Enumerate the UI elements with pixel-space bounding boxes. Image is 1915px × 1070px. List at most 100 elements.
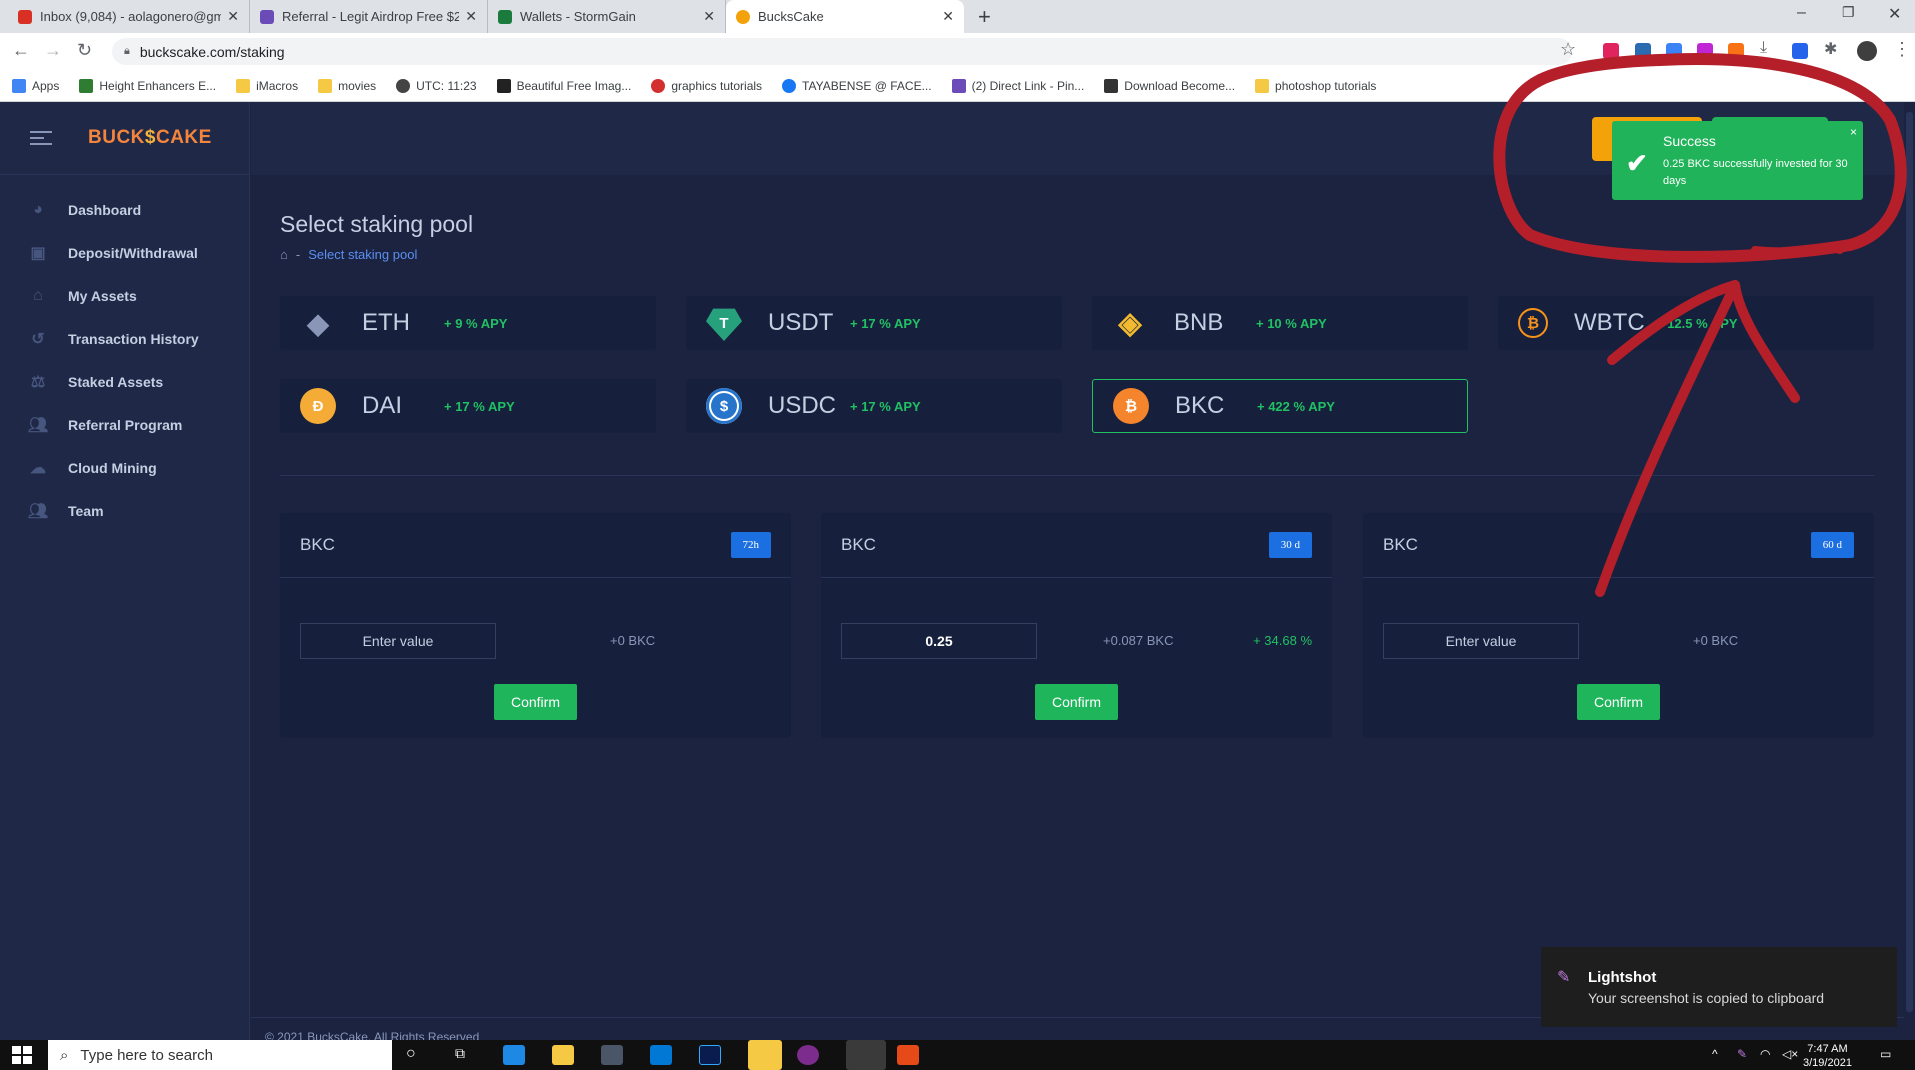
sidebar-item-staked-assets[interactable]: ⚖ Staked Assets (0, 360, 249, 403)
lightshot-notification[interactable]: ✎ Lightshot Your screenshot is copied to… (1541, 947, 1897, 1027)
extension-icon[interactable] (1697, 43, 1713, 59)
card-coin-name: BKC (841, 535, 876, 554)
sidebar-item-deposit-withdrawal[interactable]: ▣ Deposit/Withdrawal (0, 231, 249, 274)
app-icon[interactable] (797, 1045, 819, 1065)
close-window-icon[interactable]: ✕ (1888, 4, 1901, 24)
confirm-button[interactable]: Confirm (1035, 684, 1118, 720)
wifi-icon[interactable]: ◠ (1760, 1047, 1770, 1061)
photoshop-icon[interactable] (699, 1045, 721, 1065)
tab-close-icon[interactable]: ✕ (227, 8, 239, 25)
home-icon[interactable]: ⌂ (280, 247, 288, 262)
tab-close-icon[interactable]: ✕ (942, 8, 954, 25)
chrome-icon[interactable] (846, 1040, 886, 1070)
cortana-icon[interactable]: ○ (406, 1045, 416, 1063)
toast-message: 0.25 BKC successfully invested for 30 da… (1663, 158, 1848, 187)
staking-card-60d: BKC 60 d +0 BKC Confirm (1363, 513, 1874, 738)
browser-tab-stormgain[interactable]: Wallets - StormGain ✕ (488, 0, 726, 33)
store-icon[interactable] (601, 1045, 623, 1065)
pool-usdt[interactable]: T USDT + 17 % APY (686, 296, 1062, 350)
browser-tab-buckscake[interactable]: BucksCake ✕ (726, 0, 964, 33)
new-tab-icon[interactable]: + (978, 4, 991, 30)
bookmark-item[interactable]: Height Enhancers E... (79, 78, 216, 93)
breadcrumb-current[interactable]: Select staking pool (308, 247, 417, 262)
extension-icon[interactable] (1635, 43, 1651, 59)
mail-icon[interactable] (650, 1045, 672, 1065)
scrollbar-thumb[interactable] (1906, 112, 1913, 1012)
reload-icon[interactable]: ↻ (77, 40, 92, 61)
download-icon[interactable]: ⤓ (1760, 39, 1767, 57)
bookmark-item[interactable]: TAYABENSE @ FACE... (782, 78, 932, 93)
bookmark-item[interactable]: Beautiful Free Imag... (496, 78, 631, 93)
sidebar-item-dashboard[interactable]: ◕ Dashboard (0, 188, 249, 231)
taskbar-search[interactable]: ⌕ Type here to search (48, 1040, 392, 1070)
sidebar-item-team[interactable]: 👥︎ Team (0, 489, 249, 532)
folder-icon (236, 78, 251, 93)
windows-start-icon[interactable] (12, 1046, 32, 1064)
lightshot-tray-icon[interactable]: ✎ (1737, 1047, 1747, 1061)
hamburger-menu-icon[interactable] (30, 127, 52, 149)
pool-bkc[interactable]: ₿ BKC + 422 % APY (1092, 379, 1468, 433)
confirm-button[interactable]: Confirm (1577, 684, 1660, 720)
pool-wbtc[interactable]: ₿ WBTC + 12.5 % APY (1498, 296, 1874, 350)
avatar[interactable] (1857, 41, 1877, 61)
browser-tab-referral[interactable]: Referral - Legit Airdrop Free $20 ✕ (250, 0, 488, 33)
maximize-icon[interactable]: ❐ (1842, 4, 1855, 21)
bookmark-item[interactable]: Apps (12, 78, 59, 93)
speaker-muted-icon[interactable]: ◁× (1782, 1047, 1798, 1061)
bookmark-item[interactable]: movies (318, 78, 377, 93)
bookmark-item[interactable]: iMacros (236, 78, 299, 93)
dai-icon: Ð (300, 388, 336, 424)
url-text: buckscake.com/staking (139, 43, 285, 60)
metamask-icon[interactable] (1728, 43, 1744, 59)
back-icon[interactable]: ← (12, 40, 30, 61)
pool-apy: + 10 % APY (1256, 315, 1327, 331)
pool-bnb[interactable]: ◈ BNB + 10 % APY (1092, 296, 1468, 350)
bookmark-item[interactable]: UTC: 11:23 (396, 78, 477, 93)
system-clock[interactable]: 7:47 AM 3/19/2021 (1803, 1042, 1852, 1070)
page-scrollbar[interactable] (1904, 102, 1915, 1040)
confirm-button[interactable]: Confirm (494, 684, 577, 720)
sidebar-item-my-assets[interactable]: ⌂ My Assets (0, 274, 249, 317)
url-bar[interactable]: 🔒︎ buckscake.com/staking (112, 38, 1572, 65)
puzzle-icon[interactable]: ✱ (1824, 39, 1837, 59)
extension-icon[interactable] (1603, 43, 1619, 59)
extension-icon[interactable] (1792, 43, 1808, 59)
toast-close-icon[interactable]: × (1850, 125, 1857, 139)
chevron-up-icon[interactable]: ^ (1712, 1047, 1718, 1061)
brave-icon[interactable] (897, 1045, 919, 1065)
amount-input[interactable] (1383, 623, 1579, 659)
bookmark-label: (2) Direct Link - Pin... (971, 78, 1085, 93)
forward-icon[interactable]: → (44, 40, 62, 61)
card-coin-name: BKC (1383, 535, 1418, 554)
more-menu-icon[interactable]: ⋮ (1893, 39, 1911, 60)
bookmark-item[interactable]: Download Become... (1104, 78, 1235, 93)
edge-icon[interactable] (503, 1045, 525, 1065)
bookmark-label: iMacros (256, 78, 299, 93)
sidebar-item-cloud-mining[interactable]: ☁ Cloud Mining (0, 446, 249, 489)
bookmark-label: movies (338, 78, 377, 93)
bookmark-item[interactable]: graphics tutorials (651, 78, 762, 93)
sidebar-item-transaction-history[interactable]: ↺ Transaction History (0, 317, 249, 360)
sidebar-item-label: Deposit/Withdrawal (68, 244, 198, 261)
pool-eth[interactable]: ◆ ETH + 9 % APY (280, 296, 656, 350)
bookmark-item[interactable]: photoshop tutorials (1255, 78, 1376, 93)
bookmark-item[interactable]: (2) Direct Link - Pin... (951, 78, 1085, 93)
tab-close-icon[interactable]: ✕ (703, 8, 715, 25)
minimize-icon[interactable]: – (1797, 4, 1806, 22)
file-explorer-icon[interactable] (552, 1045, 574, 1065)
task-view-icon[interactable]: ⧉ (455, 1045, 465, 1062)
browser-tab-gmail[interactable]: Inbox (9,084) - aolagonero@gma ✕ (8, 0, 250, 33)
notification-center-icon[interactable]: ▭ (1880, 1047, 1891, 1061)
pool-usdc[interactable]: $ USDC + 17 % APY (686, 379, 1062, 433)
logo[interactable]: BUCK$CAKE (88, 127, 212, 149)
translate-icon[interactable] (1666, 43, 1682, 59)
sidebar-item-referral-program[interactable]: 👥︎ Referral Program (0, 403, 249, 446)
amount-input[interactable] (300, 623, 496, 659)
pool-dai[interactable]: Ð DAI + 17 % APY (280, 379, 656, 433)
bank-icon: ⌂ (33, 286, 43, 304)
tab-close-icon[interactable]: ✕ (465, 8, 477, 25)
toast-title: Success (1663, 133, 1716, 149)
amount-input[interactable] (841, 623, 1037, 659)
sticky-notes-icon[interactable] (748, 1040, 782, 1070)
star-icon[interactable]: ☆ (1560, 39, 1576, 60)
